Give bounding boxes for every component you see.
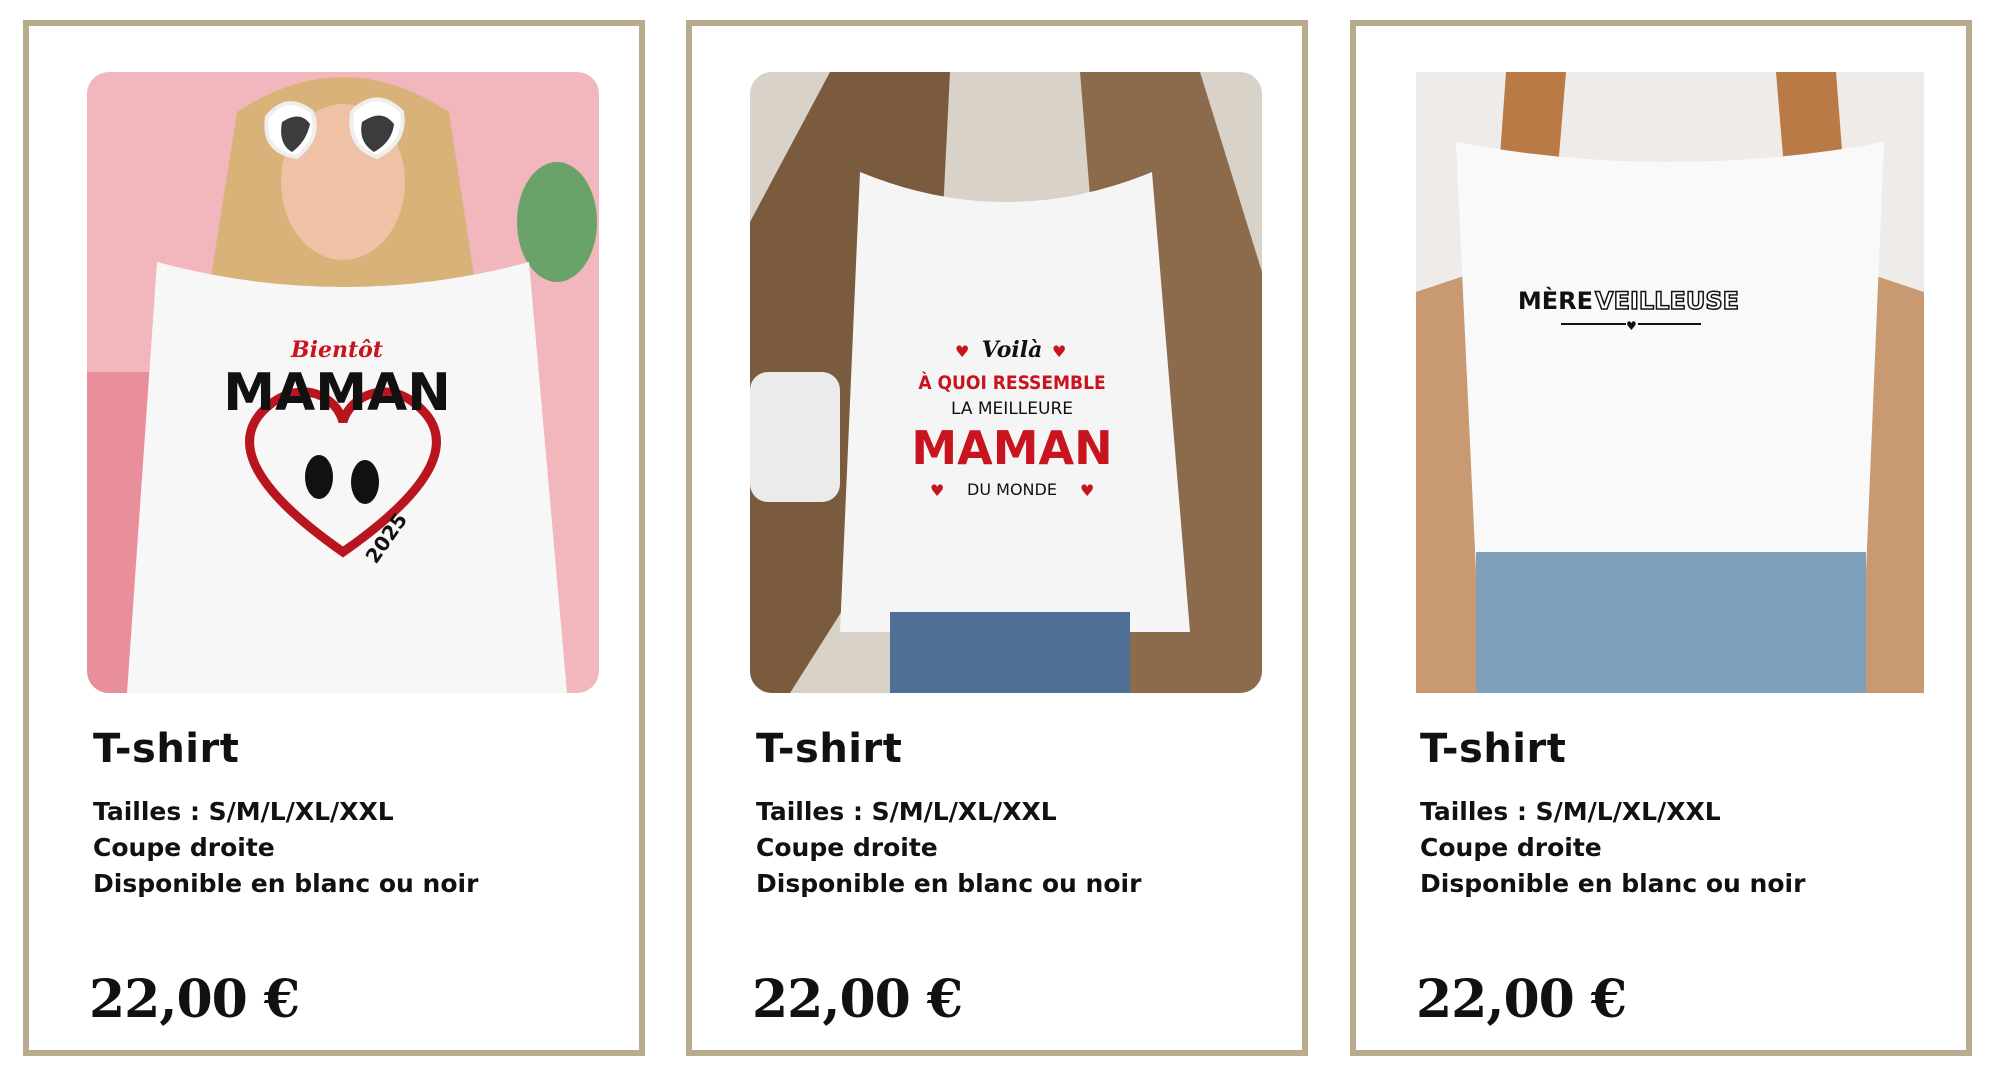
- product-card[interactable]: Bientôt MAMAN 2025 T-shirt Tailles : S/M…: [23, 20, 645, 1056]
- svg-text:♥: ♥: [1052, 342, 1066, 361]
- fit-text: Coupe droite: [1420, 833, 1602, 862]
- product-image[interactable]: MÈRE VEILLEUSE ♥: [1416, 72, 1924, 693]
- product-price: 22,00 €: [89, 969, 300, 1030]
- svg-text:♥: ♥: [1080, 481, 1094, 500]
- product-card[interactable]: Voilà À QUOI RESSEMBLE LA MEILLEURE MAMA…: [686, 20, 1308, 1056]
- print-line-2: À QUOI RESSEMBLE: [918, 371, 1105, 394]
- product-image[interactable]: Bientôt MAMAN 2025: [87, 72, 599, 693]
- product-image[interactable]: Voilà À QUOI RESSEMBLE LA MEILLEURE MAMA…: [750, 72, 1262, 693]
- print-line-1: Voilà: [982, 337, 1043, 363]
- product-price: 22,00 €: [1416, 969, 1627, 1030]
- color-text: Disponible en blanc ou noir: [756, 869, 1142, 898]
- print-line-5: DU MONDE: [967, 480, 1057, 499]
- color-text: Disponible en blanc ou noir: [93, 869, 479, 898]
- svg-text:♥: ♥: [930, 481, 944, 500]
- sizes-text: Tailles : S/M/L/XL/XXL: [93, 797, 394, 826]
- product-price: 22,00 €: [752, 969, 963, 1030]
- svg-text:♥: ♥: [1626, 319, 1637, 333]
- product-card[interactable]: MÈRE VEILLEUSE ♥ T-shirt Tailles : S/M/L…: [1350, 20, 1972, 1056]
- product-details: Tailles : S/M/L/XL/XXL Coupe droite Disp…: [756, 794, 1141, 902]
- sizes-text: Tailles : S/M/L/XL/XXL: [1420, 797, 1721, 826]
- print-word-1: MÈRE: [1518, 286, 1593, 315]
- svg-text:♥: ♥: [955, 342, 969, 361]
- fit-text: Coupe droite: [93, 833, 275, 862]
- print-line-4: MAMAN: [911, 421, 1112, 475]
- print-word-2: VEILLEUSE: [1595, 287, 1739, 315]
- fit-text: Coupe droite: [756, 833, 938, 862]
- product-title: T-shirt: [93, 726, 240, 772]
- sizes-text: Tailles : S/M/L/XL/XXL: [756, 797, 1057, 826]
- print-line-1: Bientôt: [290, 337, 383, 363]
- print-line-2: MAMAN: [223, 363, 451, 423]
- product-title: T-shirt: [756, 726, 903, 772]
- color-text: Disponible en blanc ou noir: [1420, 869, 1806, 898]
- product-details: Tailles : S/M/L/XL/XXL Coupe droite Disp…: [1420, 794, 1805, 902]
- product-title: T-shirt: [1420, 726, 1567, 772]
- print-line-3: LA MEILLEURE: [951, 399, 1073, 419]
- product-details: Tailles : S/M/L/XL/XXL Coupe droite Disp…: [93, 794, 478, 902]
